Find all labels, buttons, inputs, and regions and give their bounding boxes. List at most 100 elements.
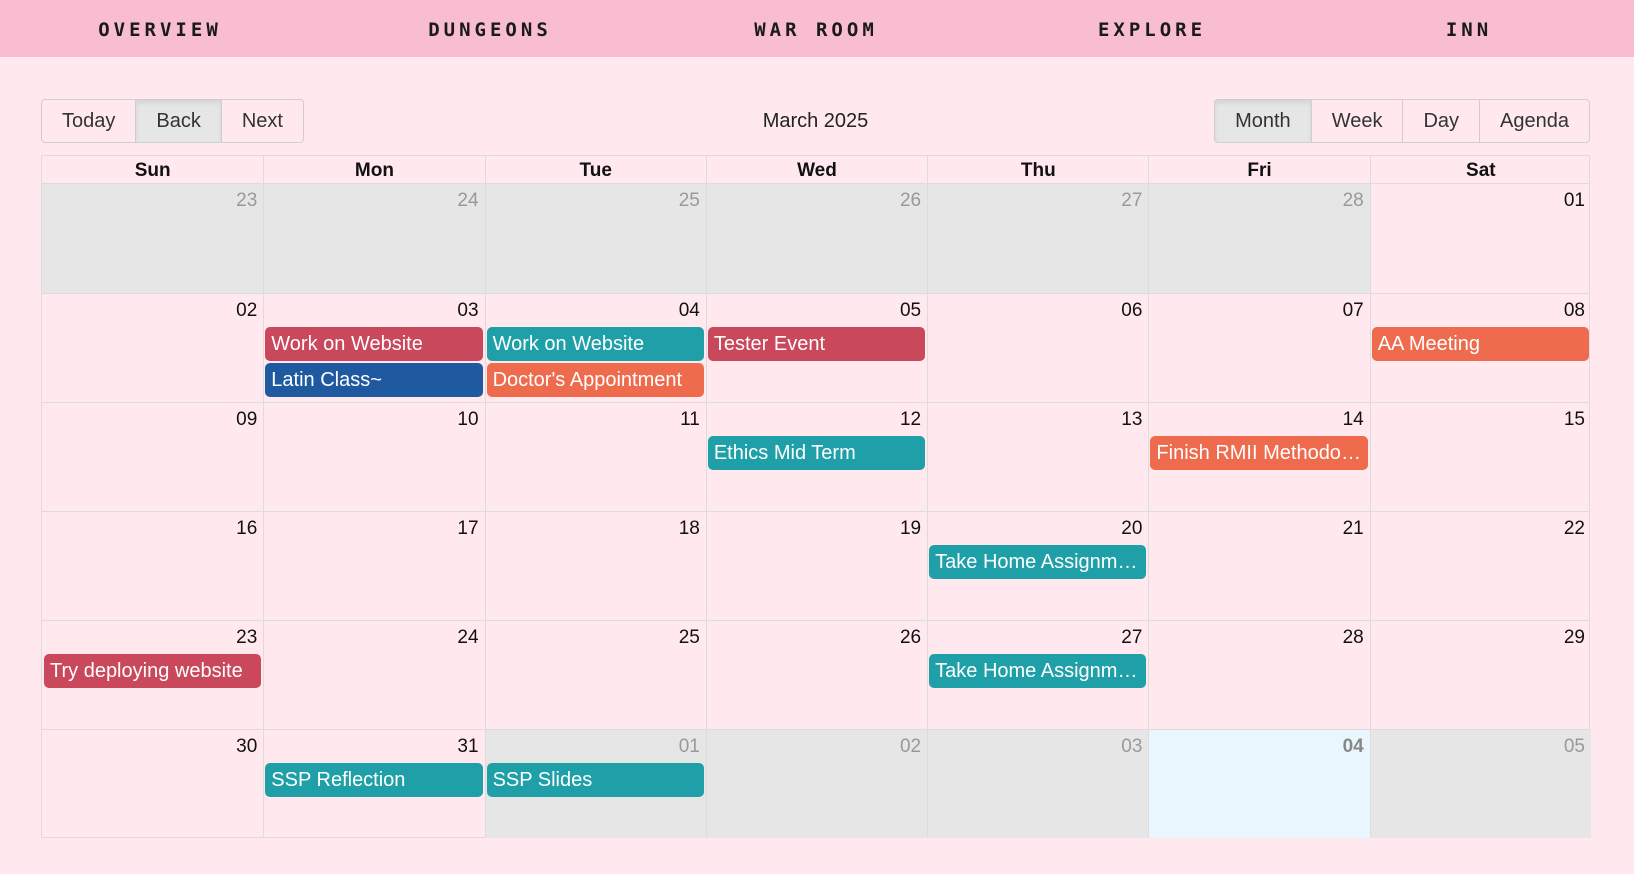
day-cell[interactable]: 16 xyxy=(42,512,263,620)
view-agenda-button[interactable]: Agenda xyxy=(1479,99,1590,143)
day-cell[interactable]: 27 xyxy=(927,184,1149,293)
day-number[interactable]: 23 xyxy=(236,627,257,649)
day-number[interactable]: 26 xyxy=(900,190,921,212)
calendar-event[interactable]: Tester Event xyxy=(707,327,926,361)
day-cell[interactable]: 18 xyxy=(484,512,706,620)
day-number[interactable]: 24 xyxy=(457,627,478,649)
day-cell[interactable]: 26 xyxy=(705,184,928,293)
day-cell[interactable]: 26 xyxy=(705,621,927,729)
day-number[interactable]: 31 xyxy=(457,736,478,758)
day-cell[interactable]: 10 xyxy=(263,403,484,511)
nav-item-overview[interactable]: OVERVIEW xyxy=(98,0,222,57)
day-number[interactable]: 16 xyxy=(236,518,257,540)
calendar-event[interactable]: Take Home Assignme... xyxy=(929,654,1147,688)
view-day-button[interactable]: Day xyxy=(1402,99,1481,143)
day-cell[interactable]: 07 xyxy=(1148,294,1369,402)
day-number[interactable]: 10 xyxy=(457,409,478,431)
back-button[interactable]: Back xyxy=(135,99,222,143)
day-number[interactable]: 03 xyxy=(457,300,478,322)
day-cell[interactable]: 06 xyxy=(927,294,1148,402)
day-number[interactable]: 26 xyxy=(900,627,921,649)
day-cell[interactable]: 15 xyxy=(1369,403,1591,511)
nav-item-explore[interactable]: EXPLORE xyxy=(1098,0,1206,57)
nav-item-war-room[interactable]: WAR ROOM xyxy=(754,0,878,57)
day-number[interactable]: 04 xyxy=(679,300,700,322)
day-cell[interactable]: 05 xyxy=(1369,730,1591,838)
nav-button-group: Today Back Next xyxy=(41,99,304,143)
day-number[interactable]: 05 xyxy=(1564,736,1585,758)
day-cell[interactable]: 28 xyxy=(1148,184,1370,293)
day-number[interactable]: 02 xyxy=(900,736,921,758)
day-number[interactable]: 25 xyxy=(679,627,700,649)
day-number[interactable]: 17 xyxy=(457,518,478,540)
day-number[interactable]: 01 xyxy=(1564,190,1585,212)
nav-item-dungeons[interactable]: DUNGEONS xyxy=(428,0,552,57)
day-cell[interactable]: 24 xyxy=(263,184,485,293)
day-number[interactable]: 25 xyxy=(679,190,700,212)
day-cell[interactable]: 24 xyxy=(263,621,484,729)
day-cell[interactable]: 21 xyxy=(1148,512,1369,620)
day-cell[interactable]: 19 xyxy=(705,512,927,620)
calendar-event[interactable]: SSP Slides xyxy=(486,763,704,797)
day-number[interactable]: 13 xyxy=(1121,409,1142,431)
day-number[interactable]: 06 xyxy=(1121,300,1142,322)
day-cell[interactable]: 22 xyxy=(1369,512,1591,620)
month-calendar: Sun Mon Tue Wed Thu Fri Sat 23 24 25 26 27 28 01 02 03… xyxy=(41,155,1591,838)
day-cell[interactable]: 17 xyxy=(263,512,484,620)
day-number[interactable]: 23 xyxy=(236,190,257,212)
day-cell[interactable]: 03 xyxy=(927,730,1149,838)
day-cell[interactable]: 29 xyxy=(1369,621,1591,729)
calendar-event[interactable]: Latin Class~ xyxy=(265,363,483,397)
day-cell[interactable]: 02 xyxy=(42,294,263,402)
day-cell[interactable]: 30 xyxy=(42,730,263,838)
next-button[interactable]: Next xyxy=(220,99,304,143)
day-number[interactable]: 07 xyxy=(1343,300,1364,322)
day-number[interactable]: 01 xyxy=(679,736,700,758)
view-week-button[interactable]: Week xyxy=(1310,99,1404,143)
day-number[interactable]: 27 xyxy=(1121,627,1142,649)
day-number[interactable]: 12 xyxy=(900,409,921,431)
day-cell[interactable]: 23 xyxy=(42,184,264,293)
calendar-event[interactable]: Doctor's Appointment xyxy=(486,363,704,397)
day-number[interactable]: 21 xyxy=(1343,518,1364,540)
day-number[interactable]: 19 xyxy=(900,518,921,540)
day-number[interactable]: 28 xyxy=(1343,190,1364,212)
calendar-event[interactable]: Finish RMII Methodol... xyxy=(1150,436,1368,470)
day-number[interactable]: 27 xyxy=(1121,190,1142,212)
day-number[interactable]: 14 xyxy=(1343,409,1364,431)
day-number[interactable]: 15 xyxy=(1564,409,1585,431)
day-number[interactable]: 28 xyxy=(1343,627,1364,649)
day-number[interactable]: 20 xyxy=(1121,518,1142,540)
day-number[interactable]: 30 xyxy=(236,736,257,758)
day-number[interactable]: 24 xyxy=(457,190,478,212)
view-month-button[interactable]: Month xyxy=(1214,99,1312,143)
day-cell[interactable]: 25 xyxy=(484,621,706,729)
day-number[interactable]: 05 xyxy=(900,300,921,322)
day-number[interactable]: 22 xyxy=(1564,518,1585,540)
day-cell[interactable]: 04 xyxy=(1148,730,1370,838)
day-number[interactable]: 29 xyxy=(1564,627,1585,649)
day-number[interactable]: 03 xyxy=(1121,736,1142,758)
calendar-event[interactable]: SSP Reflection xyxy=(265,763,483,797)
calendar-event[interactable]: Ethics Mid Term xyxy=(707,436,926,470)
day-cell[interactable]: 01 xyxy=(1369,184,1591,293)
calendar-event[interactable]: Take Home Assignme... xyxy=(929,545,1147,579)
day-number[interactable]: 08 xyxy=(1564,300,1585,322)
day-number[interactable]: 11 xyxy=(680,409,700,431)
calendar-event[interactable]: Try deploying website xyxy=(44,654,262,688)
calendar-event[interactable]: AA Meeting xyxy=(1371,327,1589,361)
today-button[interactable]: Today xyxy=(41,99,137,143)
day-cell[interactable]: 11 xyxy=(484,403,706,511)
calendar-event[interactable]: Work on Website xyxy=(265,327,483,361)
day-cell[interactable]: 28 xyxy=(1148,621,1369,729)
calendar-event[interactable]: Work on Website xyxy=(486,327,704,361)
day-number[interactable]: 09 xyxy=(236,409,257,431)
day-number[interactable]: 02 xyxy=(236,300,257,322)
day-cell[interactable]: 25 xyxy=(484,184,706,293)
day-cell[interactable]: 02 xyxy=(705,730,928,838)
day-number[interactable]: 04 xyxy=(1343,736,1364,758)
nav-item-inn[interactable]: INN xyxy=(1446,0,1492,57)
day-number[interactable]: 18 xyxy=(679,518,700,540)
day-cell[interactable]: 13 xyxy=(927,403,1148,511)
day-cell[interactable]: 09 xyxy=(42,403,263,511)
